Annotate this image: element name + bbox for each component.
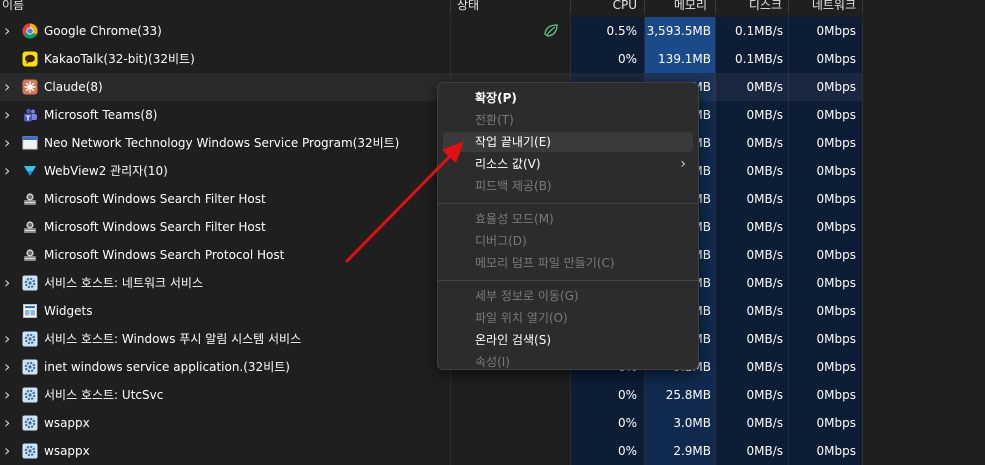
red-annotation-arrow (344, 141, 464, 264)
